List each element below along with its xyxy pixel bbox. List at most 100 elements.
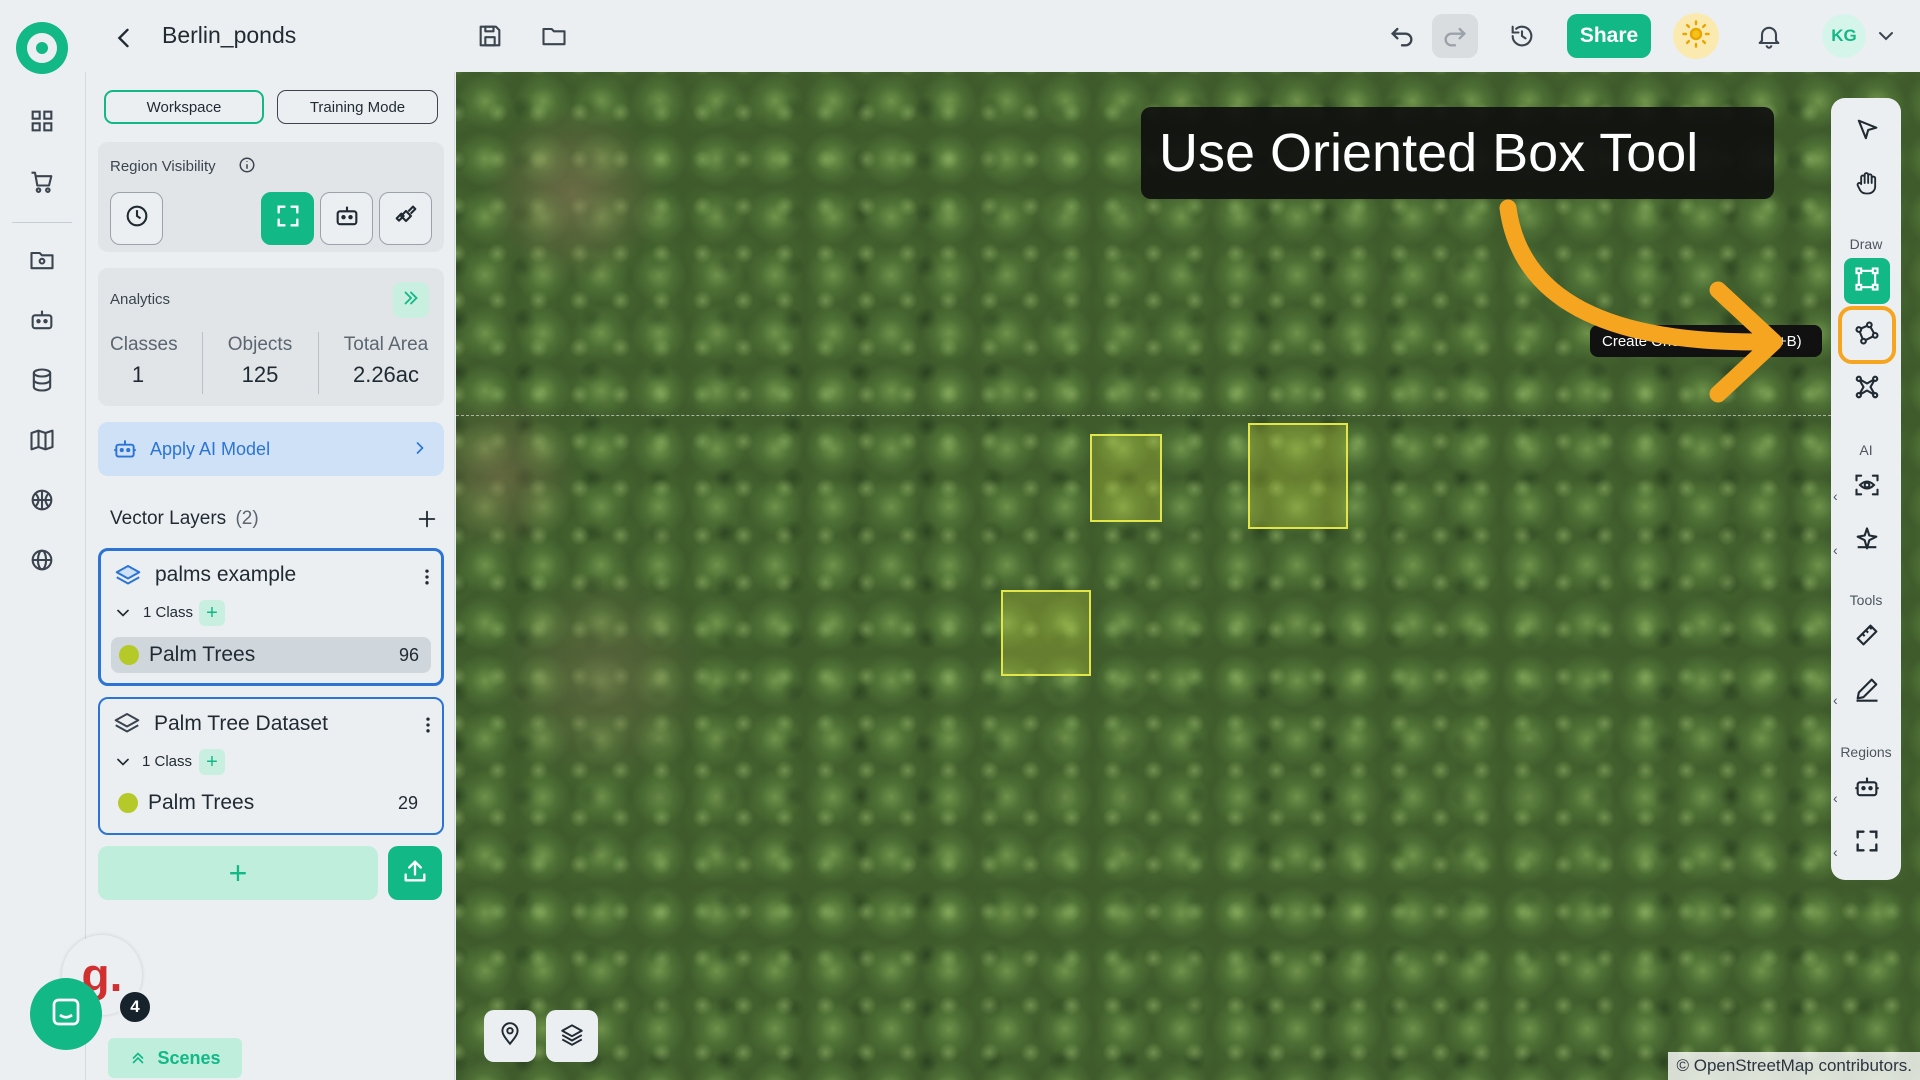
info-icon[interactable] (238, 156, 256, 174)
layers-icon (112, 709, 142, 739)
more-vertical-icon[interactable] (417, 565, 437, 589)
robot-icon (333, 202, 361, 235)
extent-region-tool-button[interactable] (1844, 820, 1890, 866)
draw-tool-button[interactable] (1844, 668, 1890, 714)
section-label-draw: Draw (1849, 236, 1883, 252)
polygon-tool-button[interactable] (1844, 366, 1890, 412)
chevron-down-icon[interactable] (113, 603, 133, 623)
chevron-down-icon[interactable] (1874, 22, 1898, 50)
chat-launcher-button[interactable] (30, 978, 102, 1050)
ai-segment-tool-button[interactable] (1844, 518, 1890, 564)
time-filter-button[interactable] (110, 192, 163, 245)
region-visibility-label: Region Visibility (110, 158, 216, 175)
oriented-box-tool-button[interactable] (1838, 306, 1896, 364)
notification-badge: 4 (118, 990, 152, 1024)
globe-icon[interactable] (26, 544, 58, 576)
robot-icon[interactable] (26, 304, 58, 336)
chevron-down-icon[interactable] (113, 752, 133, 772)
map-canvas[interactable]: Use Oriented Box Tool Create Oriented Bo… (456, 72, 1920, 1080)
back-arrow-icon[interactable] (108, 22, 140, 54)
map-icon[interactable] (26, 424, 58, 456)
history-icon[interactable] (1506, 20, 1538, 52)
basemap-layers-button[interactable] (546, 1010, 598, 1062)
more-vertical-icon[interactable] (418, 713, 438, 737)
map-attribution[interactable]: © OpenStreetMap contributors. (1668, 1052, 1920, 1080)
class-color-dot (119, 645, 139, 665)
class-row-palm-trees[interactable]: Palm Trees 29 (110, 785, 430, 821)
stat-label: Classes (110, 334, 178, 355)
chevron-left-icon[interactable]: ‹ (1833, 488, 1838, 504)
section-label-regions: Regions (1840, 744, 1892, 760)
ai-region-tool-button[interactable] (1844, 766, 1890, 812)
magic-shape-icon (1853, 525, 1881, 558)
right-toolbar: Draw AI ‹ ‹ Tools ‹ Regions ‹ ‹ (1831, 98, 1901, 880)
stat-divider (318, 332, 319, 394)
ruler-icon (1853, 621, 1881, 654)
dashboard-icon[interactable] (26, 105, 58, 137)
chevron-left-icon[interactable]: ‹ (1833, 790, 1838, 806)
layers-icon (113, 561, 143, 591)
class-count: 1 Class (143, 604, 194, 621)
select-tool-button[interactable] (1844, 109, 1890, 155)
robot-icon (1853, 773, 1881, 806)
add-vector-layer-button[interactable]: + (98, 846, 378, 900)
pan-tool-button[interactable] (1844, 162, 1890, 208)
ai-region-button[interactable] (320, 192, 373, 245)
save-icon[interactable] (474, 20, 506, 52)
layer-name: palms example (155, 563, 297, 586)
cart-icon[interactable] (26, 166, 58, 198)
folder-icon[interactable] (538, 20, 570, 52)
database-icon[interactable] (26, 364, 58, 396)
expand-icon (1853, 827, 1881, 860)
redo-icon[interactable] (1439, 20, 1471, 52)
class-row-palm-trees[interactable]: Palm Trees 96 (111, 637, 431, 673)
layer-name: Palm Tree Dataset (154, 712, 328, 735)
chevron-left-icon[interactable]: ‹ (1833, 542, 1838, 558)
chevron-left-icon[interactable]: ‹ (1833, 844, 1838, 860)
apply-ai-model-button[interactable]: Apply AI Model (98, 422, 444, 476)
stat-classes: Classes 1 (110, 334, 178, 388)
satellite-button[interactable] (379, 192, 432, 245)
location-pin-icon (497, 1021, 523, 1052)
hand-icon (1853, 169, 1881, 202)
stat-label: Objects (227, 334, 293, 355)
region-extent-button[interactable] (261, 192, 314, 245)
add-class-button[interactable]: + (199, 600, 225, 626)
project-title: Berlin_ponds (162, 22, 297, 48)
share-button[interactable]: Share (1567, 14, 1651, 58)
analytics-title: Analytics (110, 291, 171, 308)
location-pin-button[interactable] (484, 1010, 536, 1062)
guide-arrow (1499, 199, 1783, 403)
add-class-button[interactable]: + (199, 749, 225, 775)
add-layer-plus-icon[interactable] (414, 506, 440, 532)
tab-workspace[interactable]: Workspace (104, 90, 264, 124)
box-tool-button[interactable] (1844, 258, 1890, 304)
stat-objects: Objects 125 (220, 334, 300, 388)
class-object-count: 96 (398, 644, 419, 665)
theme-toggle[interactable] (1673, 13, 1719, 59)
bell-icon[interactable] (1753, 20, 1785, 52)
undo-icon[interactable] (1386, 20, 1418, 52)
apply-ai-label: Apply AI Model (150, 438, 271, 459)
ai-detect-tool-button[interactable] (1844, 464, 1890, 510)
class-object-count: 29 (397, 792, 418, 813)
scenes-button[interactable]: Scenes (108, 1038, 242, 1078)
user-avatar[interactable]: KG (1822, 14, 1866, 58)
app-logo[interactable] (16, 22, 68, 74)
measure-tool-button[interactable] (1844, 614, 1890, 660)
upload-icon (401, 857, 429, 890)
layer-card-palm-tree-dataset[interactable]: Palm Tree Dataset 1 Class + Palm Trees 2… (98, 697, 444, 835)
layer-card-palms-example[interactable]: palms example 1 Class + Palm Trees 96 (98, 548, 444, 686)
stat-value: 2.26ac (352, 362, 420, 387)
polygon-icon (1853, 373, 1881, 406)
basketball-icon[interactable] (26, 484, 58, 516)
folder-location-icon[interactable] (26, 244, 58, 276)
double-chevron-up-icon (129, 1049, 147, 1067)
scenes-label: Scenes (157, 1047, 221, 1068)
upload-button[interactable] (388, 846, 442, 900)
tab-training-mode[interactable]: Training Mode (277, 90, 438, 124)
expand-analytics-button[interactable] (393, 282, 429, 318)
chevron-left-icon[interactable]: ‹ (1833, 692, 1838, 708)
robot-icon (112, 436, 138, 462)
chevron-right-icon (410, 438, 430, 458)
